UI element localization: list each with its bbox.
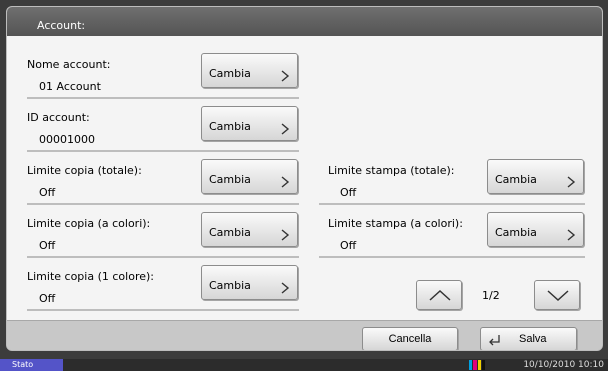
limite-stampa-colori-label: Limite stampa (a colori): (328, 217, 463, 230)
nome-account-button-label: Cambia (209, 66, 251, 80)
screen: Account: Nome account: 01 Account Cambia… (0, 0, 608, 371)
page-down-button[interactable] (534, 280, 580, 310)
limite-copia-totale-change-button[interactable]: Cambia (201, 159, 298, 194)
page-indicator: 1/2 (482, 289, 500, 302)
id-account-label: ID account: (27, 111, 90, 124)
status-bar: Stato 10/10/2010 10:10 (0, 359, 608, 371)
cancel-button[interactable]: Cancella (362, 327, 458, 350)
limite-stampa-colori-button-label: Cambia (495, 225, 537, 239)
chevron-right-icon (281, 176, 290, 188)
toner-magenta (473, 360, 477, 370)
limite-copia-colori-value: Off (39, 239, 56, 252)
nome-account-change-button[interactable]: Cambia (201, 53, 298, 88)
page-up-button[interactable] (416, 280, 462, 310)
account-panel: Account: Nome account: 01 Account Cambia… (6, 6, 603, 351)
id-account-change-button[interactable]: Cambia (201, 106, 298, 141)
toner-cyan (469, 360, 473, 370)
limite-copia-1colore-value: Off (39, 292, 56, 305)
limite-copia-1colore-label: Limite copia (1 colore): (27, 270, 154, 283)
limite-copia-totale-label: Limite copia (totale): (27, 164, 142, 177)
divider (27, 203, 299, 205)
limite-stampa-totale-label: Limite stampa (totale): (328, 164, 455, 177)
status-button[interactable]: Stato (0, 359, 63, 371)
limite-stampa-totale-button-label: Cambia (495, 172, 537, 186)
toner-black (481, 360, 485, 370)
limite-stampa-totale-value: Off (340, 186, 357, 199)
footer-bar: Cancella Salva (7, 320, 602, 350)
divider (319, 256, 585, 258)
limite-copia-totale-button-label: Cambia (209, 172, 251, 186)
nome-account-label: Nome account: (27, 58, 111, 71)
divider (27, 150, 299, 152)
toner-level-icon (469, 360, 485, 370)
limite-copia-colori-button-label: Cambia (209, 225, 251, 239)
chevron-right-icon (281, 229, 290, 241)
save-button[interactable]: Salva (480, 327, 577, 350)
limite-copia-totale-value: Off (39, 186, 56, 199)
limite-copia-1colore-change-button[interactable]: Cambia (201, 265, 298, 300)
limite-stampa-totale-change-button[interactable]: Cambia (487, 159, 584, 194)
limite-copia-colori-change-button[interactable]: Cambia (201, 212, 298, 247)
nome-account-value: 01 Account (39, 80, 101, 93)
id-account-button-label: Cambia (209, 119, 251, 133)
chevron-right-icon (281, 282, 290, 294)
datetime: 10/10/2010 10:10 (523, 360, 604, 370)
limite-copia-1colore-button-label: Cambia (209, 278, 251, 292)
chevron-up-icon (429, 289, 451, 301)
divider (27, 309, 299, 311)
id-account-value: 00001000 (39, 133, 95, 146)
toner-yellow (477, 360, 481, 370)
chevron-right-icon (567, 176, 576, 188)
divider (27, 97, 299, 99)
chevron-right-icon (281, 123, 290, 135)
limite-copia-colori-label: Limite copia (a colori): (27, 217, 151, 230)
enter-icon (489, 335, 500, 346)
divider (319, 203, 585, 205)
divider (27, 256, 299, 258)
screen-title: Account: (7, 7, 602, 36)
chevron-right-icon (567, 229, 576, 241)
save-label: Salva (519, 333, 547, 345)
content-area: Nome account: 01 Account Cambia ID accou… (7, 36, 602, 322)
chevron-down-icon (547, 290, 569, 302)
limite-stampa-colori-value: Off (340, 239, 357, 252)
limite-stampa-colori-change-button[interactable]: Cambia (487, 212, 584, 247)
chevron-right-icon (281, 70, 290, 82)
